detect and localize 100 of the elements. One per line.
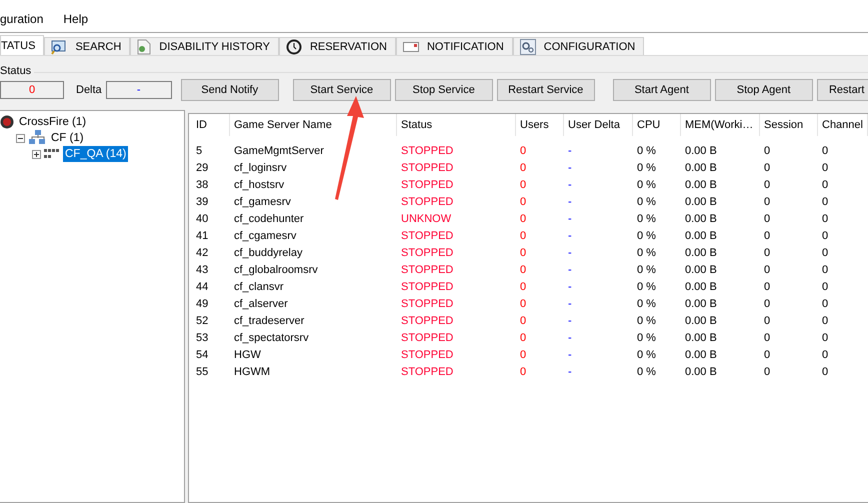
- table-cell-text: 0: [763, 246, 772, 260]
- column-header[interactable]: User Delta: [564, 114, 633, 136]
- tree-item[interactable]: CrossFire (1): [17, 114, 88, 130]
- table-cell-text: 41: [195, 228, 210, 244]
- table-cell-text: 0: [519, 364, 528, 380]
- table-cell-text: 0 %: [636, 212, 657, 226]
- table-cell-text: STOPPED: [400, 144, 454, 158]
- action-button[interactable]: Start Agent: [612, 79, 711, 101]
- table-cell-text: -: [567, 330, 573, 346]
- table-cell-text: 0: [821, 262, 830, 278]
- action-button[interactable]: Stop Agent: [714, 79, 813, 101]
- table-cell-text: 0.00 B: [684, 330, 718, 346]
- table-cell-text: 49: [195, 296, 210, 312]
- delta-field: -: [106, 81, 172, 99]
- table-cell-text: 0: [519, 194, 528, 210]
- search-icon: [51, 38, 68, 54]
- collapse-toggle[interactable]: [16, 134, 25, 142]
- table-cell-text: 0.00 B: [684, 364, 718, 380]
- action-button[interactable]: Restart: [816, 79, 868, 101]
- table-cell-text: 0: [763, 364, 772, 380]
- tab[interactable]: TATUS: [0, 35, 44, 55]
- expand-toggle[interactable]: [32, 150, 41, 158]
- table-cell-text: cf_tradeserver: [233, 314, 306, 328]
- count-field: 0: [0, 81, 64, 99]
- action-button[interactable]: Stop Service: [394, 79, 493, 101]
- table-cell-text: 43: [195, 262, 210, 278]
- table-cell-text: -: [567, 280, 573, 294]
- table-cell-text: 52: [195, 314, 210, 328]
- menu-item[interactable]: Help: [63, 12, 88, 30]
- table-cell-text: 0.00 B: [684, 348, 718, 362]
- table-cell-text: STOPPED: [400, 348, 454, 362]
- table-cell-text: STOPPED: [400, 314, 454, 328]
- table-cell-text: 0.00 B: [684, 228, 718, 244]
- table-cell-text: cf_globalroomsrv: [233, 262, 319, 278]
- column-header[interactable]: Status: [397, 114, 516, 136]
- tab[interactable]: SEARCH: [44, 37, 130, 55]
- table-cell-text: 0: [763, 314, 772, 328]
- action-button[interactable]: Restart Service: [496, 79, 595, 101]
- tab[interactable]: CONFIGURATION: [512, 37, 644, 55]
- tab[interactable]: DISABILITY HISTORY: [130, 37, 279, 55]
- table-cell-text: 0: [519, 262, 528, 278]
- table-cell-text: STOPPED: [400, 178, 454, 192]
- tab[interactable]: NOTIFICATION: [396, 37, 513, 55]
- table-cell-text: 42: [195, 246, 210, 260]
- tree-item[interactable]: CF (1): [49, 130, 86, 146]
- table-cell-text: 0: [821, 296, 830, 312]
- table-cell-text: 39: [195, 194, 210, 210]
- table-cell-text: -: [567, 314, 573, 328]
- logo-icon: [0, 115, 14, 129]
- table-cell-text: 0: [763, 228, 772, 244]
- table-cell-text: 40: [195, 212, 210, 226]
- table-cell-text: cf_gamesrv: [233, 194, 292, 210]
- table-cell-text: 0: [821, 330, 830, 346]
- table-cell-text: UNKNOW: [400, 212, 452, 226]
- table-cell-text: 0 %: [636, 330, 657, 346]
- table-cell-text: cf_loginsrv: [233, 160, 288, 176]
- table-cell-text: 0: [519, 348, 528, 362]
- table-cell-text: 0 %: [636, 314, 657, 328]
- table-cell-text: 0.00 B: [684, 160, 718, 176]
- table-cell-text: cf_buddyrelay: [233, 246, 304, 260]
- table-cell-text: 0 %: [636, 144, 657, 158]
- table-cell-text: STOPPED: [400, 228, 454, 244]
- table-cell-text: STOPPED: [400, 160, 454, 176]
- table-cell-text: 38: [195, 178, 210, 192]
- table-cell-text: STOPPED: [400, 246, 454, 260]
- menu-item[interactable]: guration: [0, 12, 44, 30]
- column-header[interactable]: CPU: [633, 114, 681, 136]
- table-cell-text: 0: [821, 228, 830, 244]
- column-header[interactable]: MEM(Worki…: [681, 114, 760, 136]
- action-button[interactable]: Send Notify: [180, 79, 279, 101]
- table-cell-text: 0: [821, 246, 830, 260]
- table-cell-text: 0: [519, 228, 528, 244]
- envelope-icon: [402, 40, 419, 52]
- table-cell-text: 54: [195, 348, 210, 362]
- action-button[interactable]: Start Service: [292, 79, 391, 101]
- tab[interactable]: RESERVATION: [278, 37, 396, 55]
- table-cell-text: 0: [821, 194, 830, 210]
- table-cell-text: STOPPED: [400, 280, 454, 294]
- table-cell-text: 0.00 B: [684, 280, 718, 294]
- table-cell-text: 0: [821, 314, 830, 328]
- tree-item[interactable]: CF_QA (14): [63, 146, 128, 162]
- server-icon: [44, 148, 60, 160]
- table-cell-text: 5: [195, 144, 204, 158]
- table-cell-text: 0 %: [636, 280, 657, 294]
- table-cell-text: 0: [763, 178, 772, 192]
- table-cell-text: 0 %: [636, 296, 657, 312]
- table-cell-text: 0 %: [636, 348, 657, 362]
- column-header[interactable]: Session: [760, 114, 818, 136]
- table-cell-text: 0: [519, 314, 528, 328]
- table-cell-text: -: [567, 178, 573, 192]
- table-cell-text: cf_hostsrv: [233, 178, 286, 192]
- column-header[interactable]: ID: [192, 114, 230, 136]
- table-cell-text: cf_alserver: [233, 296, 289, 312]
- table-cell-text: 0: [763, 330, 772, 346]
- column-header[interactable]: Users: [516, 114, 564, 136]
- table-cell-text: 0: [763, 212, 772, 226]
- table-cell-text: GameMgmtServer: [233, 144, 325, 158]
- table-cell-text: STOPPED: [400, 194, 454, 210]
- column-header[interactable]: Channel: [818, 114, 868, 136]
- table-cell-text: cf_codehunter: [233, 212, 305, 226]
